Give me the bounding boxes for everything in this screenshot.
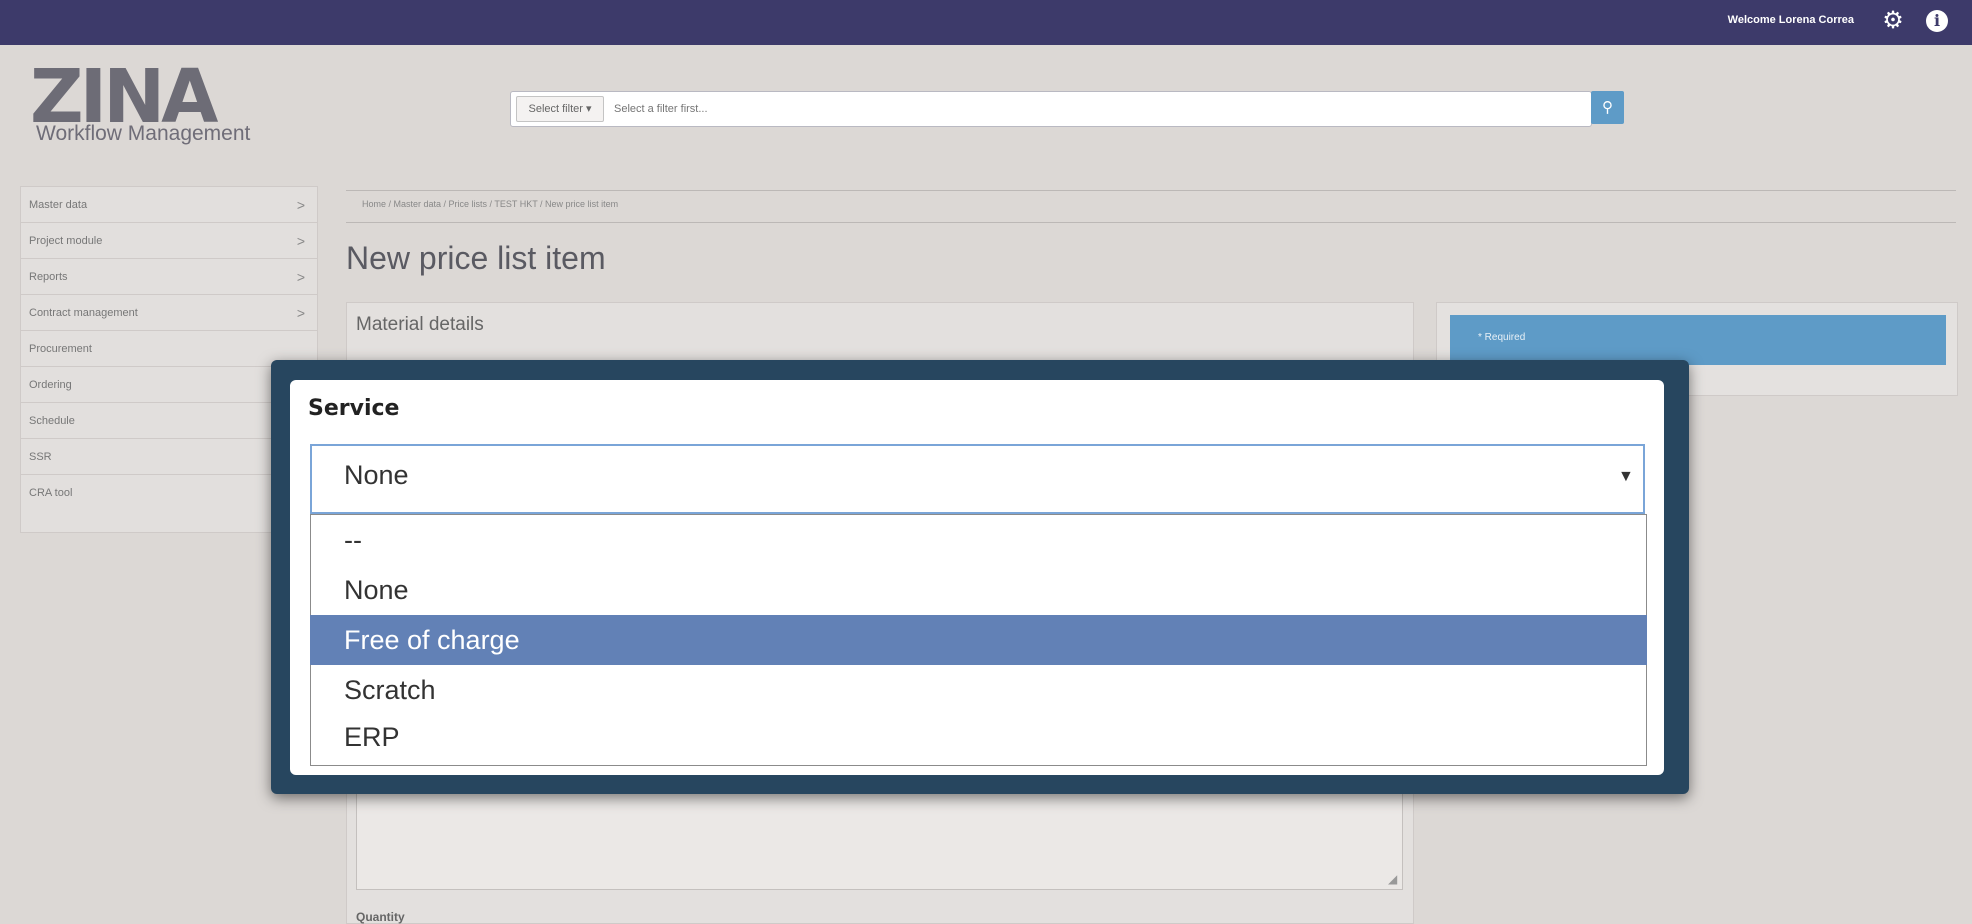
dropdown-option-none[interactable]: None — [310, 565, 1647, 615]
sidebar-item-label: Master data — [29, 199, 88, 211]
search-button[interactable]: ⚲ — [1591, 91, 1624, 124]
dropdown-option-free-of-charge[interactable]: Free of charge — [310, 615, 1647, 665]
service-label: Service — [308, 396, 400, 421]
chevron-right-icon: > — [296, 269, 305, 285]
dropdown-option-scratch[interactable]: Scratch — [310, 665, 1647, 715]
sidebar-item-reports[interactable]: Reports > — [21, 259, 317, 295]
service-select-value[interactable]: None — [344, 460, 409, 491]
chevron-right-icon: > — [296, 197, 305, 213]
breadcrumb[interactable]: Home / Master data / Price lists / TEST … — [362, 199, 618, 209]
panel-title: Material details — [356, 314, 484, 335]
sidebar-item-contract-management[interactable]: Contract management > — [21, 295, 317, 331]
quantity-label: Quantity — [356, 910, 405, 924]
gear-icon[interactable]: ⚙ — [1880, 8, 1906, 34]
welcome-text: Welcome Lorena Correa — [1727, 14, 1854, 26]
sidebar-item-label: Reports — [29, 271, 68, 283]
logo-tagline: Workflow Management — [36, 122, 251, 145]
top-bar — [0, 0, 1972, 45]
divider — [346, 190, 1956, 191]
resize-handle-icon[interactable]: ◢ — [1388, 872, 1397, 886]
sidebar-item-label: CRA tool — [29, 487, 73, 499]
sidebar-item-label: Procurement — [29, 343, 92, 355]
sidebar-item-master-data[interactable]: Master data > — [21, 187, 317, 223]
select-filter-button[interactable]: Select filter ▾ — [516, 96, 604, 122]
sidebar-item-label: SSR — [29, 451, 52, 463]
required-text: * Required — [1478, 332, 1526, 343]
chevron-down-icon[interactable]: ▼ — [1618, 468, 1634, 486]
dropdown-option-empty[interactable]: -- — [310, 515, 1647, 565]
search-input[interactable] — [612, 96, 1586, 122]
service-select[interactable] — [310, 444, 1645, 514]
sidebar-item-label: Ordering — [29, 379, 72, 391]
divider — [346, 222, 1956, 223]
chevron-right-icon: > — [296, 305, 305, 321]
dropdown-option-erp[interactable]: ERP — [310, 712, 1647, 762]
sidebar-item-label: Schedule — [29, 415, 75, 427]
sidebar-item-label: Contract management — [29, 307, 138, 319]
search-icon: ⚲ — [1602, 99, 1613, 116]
chevron-right-icon: > — [296, 233, 305, 249]
sidebar-item-label: Project module — [29, 235, 103, 247]
info-icon[interactable]: i — [1926, 10, 1948, 32]
sidebar-item-project-module[interactable]: Project module > — [21, 223, 317, 259]
page-title: New price list item — [346, 240, 606, 276]
